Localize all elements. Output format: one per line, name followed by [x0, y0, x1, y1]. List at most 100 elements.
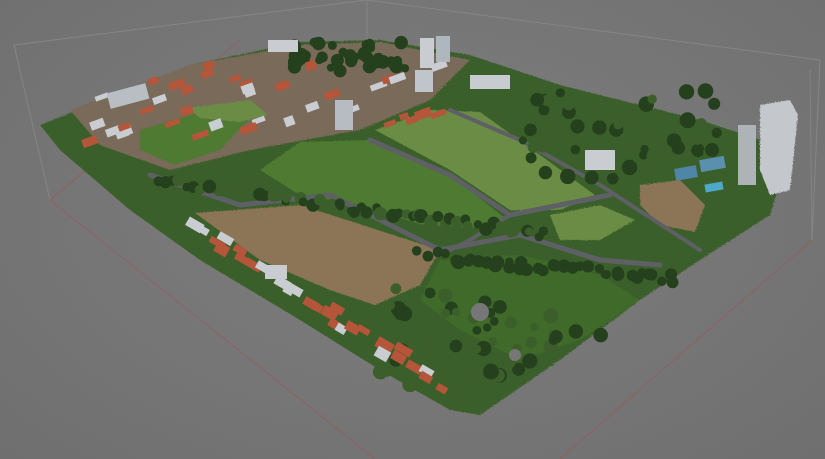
tree: [172, 174, 185, 187]
tree: [532, 94, 541, 104]
tree: [657, 276, 667, 286]
tower-east: [760, 100, 798, 195]
tree: [645, 268, 658, 281]
tree: [394, 35, 408, 50]
tree: [538, 226, 549, 236]
tree: [654, 109, 666, 122]
tree: [545, 114, 559, 128]
tree: [543, 308, 559, 324]
tree: [483, 323, 492, 332]
tree: [298, 197, 308, 207]
tree: [524, 227, 534, 236]
tree: [282, 194, 292, 203]
tree: [552, 133, 562, 143]
tree: [402, 376, 418, 393]
tree: [538, 165, 553, 180]
tree: [538, 104, 550, 116]
building-southwest: [265, 265, 287, 279]
tree: [647, 94, 657, 104]
tree: [679, 112, 696, 129]
tree: [438, 288, 453, 303]
tree: [469, 372, 484, 388]
tree: [537, 264, 549, 277]
tree: [697, 83, 714, 99]
tree: [646, 149, 662, 165]
building-north: [268, 40, 298, 52]
tower-north-2: [436, 36, 450, 62]
tree: [648, 134, 664, 150]
terrain[interactable]: [40, 35, 798, 415]
tree: [336, 202, 345, 211]
tree: [625, 140, 642, 156]
tree: [527, 141, 540, 153]
tree: [363, 45, 373, 55]
tower-north-3: [415, 70, 433, 92]
3d-viewport[interactable]: [0, 0, 825, 459]
tree: [330, 53, 344, 67]
tree: [422, 250, 434, 262]
tree: [462, 220, 473, 231]
tree: [604, 110, 614, 120]
tree: [393, 307, 407, 321]
tree: [581, 260, 595, 273]
tree: [613, 120, 623, 130]
tree: [433, 247, 442, 256]
tree: [424, 287, 436, 299]
tree: [518, 136, 527, 145]
tree: [621, 159, 638, 176]
tree: [360, 206, 373, 219]
tree: [525, 152, 537, 164]
tree: [385, 300, 395, 311]
tree: [311, 36, 326, 51]
tree: [400, 64, 410, 73]
tree: [560, 168, 576, 185]
tree: [509, 227, 520, 237]
tree: [314, 193, 326, 206]
tree: [272, 191, 283, 202]
tree: [344, 55, 358, 68]
building-central-tower: [335, 100, 353, 130]
tree: [495, 221, 505, 230]
cloud-gap: [471, 303, 489, 321]
tree: [327, 40, 337, 50]
tree: [568, 324, 584, 339]
tree: [651, 162, 661, 173]
tree: [365, 58, 379, 71]
tree: [622, 120, 636, 133]
point-cloud-scene[interactable]: [0, 0, 825, 459]
tree: [666, 133, 682, 148]
tree: [373, 206, 388, 221]
tree: [525, 359, 534, 368]
tree: [390, 283, 402, 295]
tree: [504, 316, 517, 329]
tree: [594, 103, 603, 112]
tree: [242, 188, 255, 200]
tree: [141, 178, 151, 189]
tree: [708, 97, 721, 110]
tree: [441, 308, 451, 318]
tree: [584, 170, 599, 185]
tree: [490, 255, 505, 270]
tree: [563, 99, 575, 111]
tree: [411, 245, 422, 256]
tree: [607, 172, 619, 185]
tree: [472, 325, 482, 335]
tree: [666, 276, 679, 289]
tower-north-1: [420, 38, 434, 68]
tree: [316, 51, 328, 63]
tree: [449, 339, 463, 353]
tower-east-2: [738, 125, 756, 185]
tree: [686, 134, 695, 143]
tree: [493, 300, 507, 314]
tree: [483, 363, 499, 380]
tree: [432, 367, 448, 382]
tree: [440, 248, 450, 259]
tree: [678, 84, 695, 100]
tree: [695, 118, 707, 130]
tree: [592, 120, 607, 135]
tree: [489, 316, 499, 326]
building-east: [585, 150, 615, 170]
building-northeast: [470, 75, 510, 89]
tree: [423, 336, 436, 348]
tree: [593, 327, 608, 343]
